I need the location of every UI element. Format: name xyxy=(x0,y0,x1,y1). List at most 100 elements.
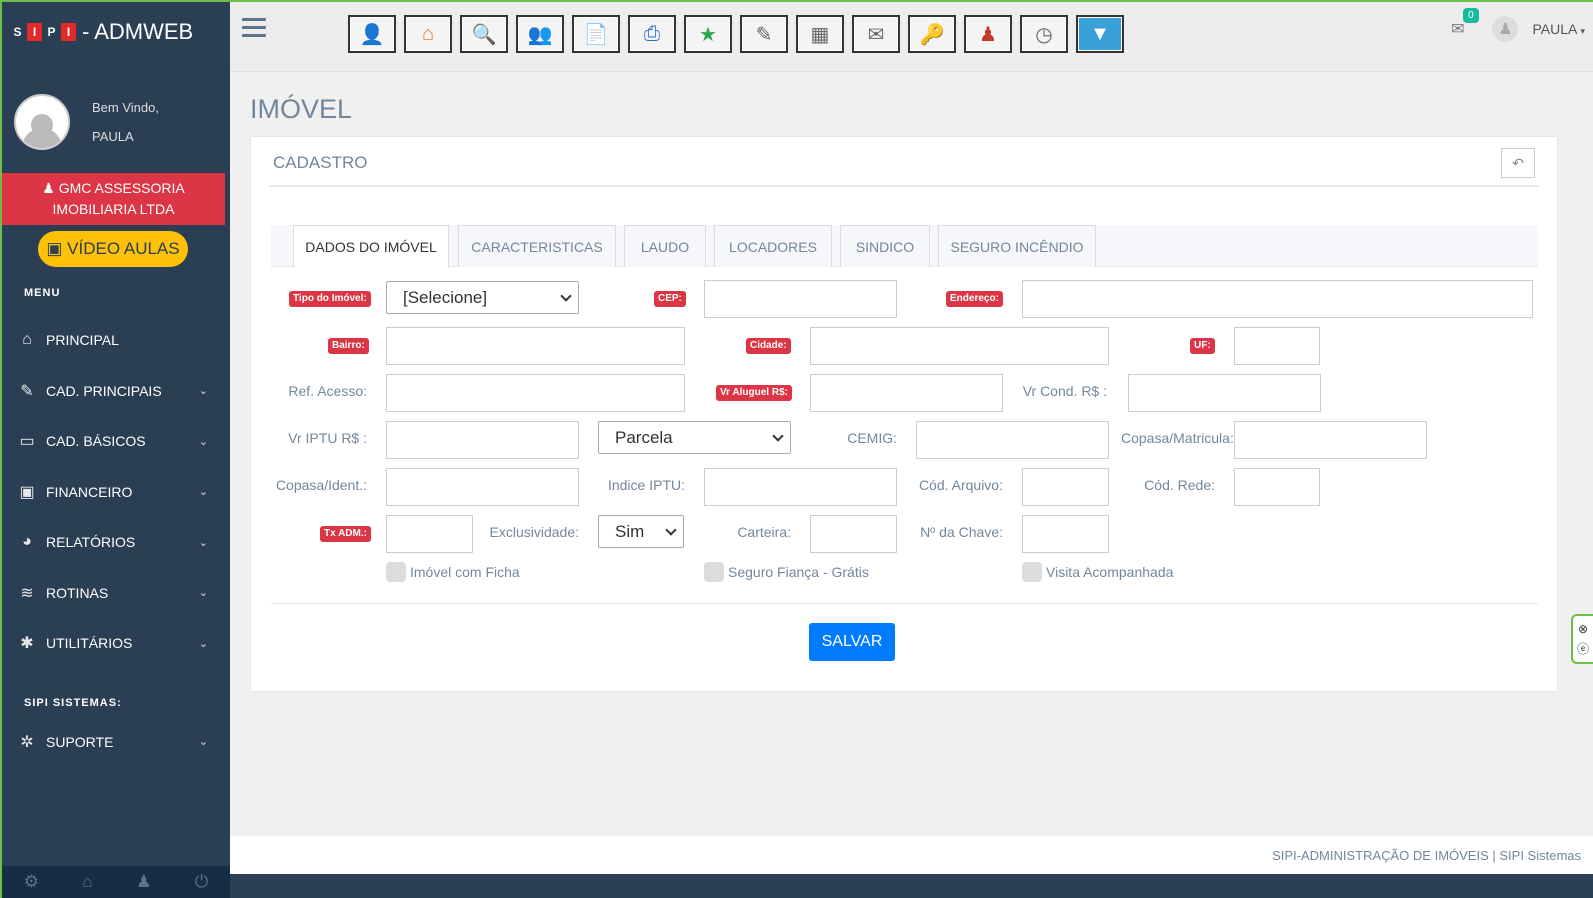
logo-letter: P xyxy=(44,23,59,41)
document-icon[interactable]: ✉ xyxy=(852,15,900,53)
contract-icon[interactable]: 📄 xyxy=(572,15,620,53)
vr-aluguel-label: Vr Aluguel R$: xyxy=(716,385,792,401)
seguro-fianca-checkbox[interactable]: Seguro Fiança - Grátis xyxy=(704,562,869,582)
checkbox-label: Seguro Fiança - Grátis xyxy=(728,564,869,580)
side-widget[interactable]: ⊗ ⓔ xyxy=(1571,614,1593,664)
side-menu: ⌂ PRINCIPAL ✎ CAD. PRINCIPAIS ⌄ ▭ CAD. B… xyxy=(2,315,230,669)
database-icon: ≋ xyxy=(20,584,34,602)
sidebar-item-relatorios[interactable]: ◕ RELATÓRIOS ⌄ xyxy=(2,517,230,568)
tab-sindico[interactable]: SINDICO xyxy=(840,225,930,267)
welcome-text: Bem Vindo, xyxy=(92,99,159,115)
sidebar-footer: ⚙ ⌂ ♟ ⏻ xyxy=(2,866,230,898)
tx-adm-input[interactable] xyxy=(386,515,473,553)
logo-letter: I xyxy=(27,23,42,41)
menu-toggle-icon[interactable] xyxy=(242,18,266,42)
pie-chart-icon: ◕ xyxy=(22,533,32,551)
carteira-input[interactable] xyxy=(810,515,897,553)
save-button[interactable]: SALVAR xyxy=(809,623,895,661)
brand[interactable]: S I P I - ADMWEB xyxy=(2,2,230,62)
sidebar-item-label: RELATÓRIOS xyxy=(46,534,136,551)
carteira-label: Carteira: xyxy=(737,524,791,540)
copasa-ident-input[interactable] xyxy=(386,468,579,506)
chevron-down-icon: ⌄ xyxy=(198,736,208,749)
sidebar-item-financeiro[interactable]: ▣ FINANCEIRO ⌄ xyxy=(2,467,230,518)
tab-seguro-incendio[interactable]: SEGURO INCÊNDIO xyxy=(938,225,1096,267)
main-content: IMÓVEL CADASTRO ↶ DADOS DO IMÓVEL CARACT… xyxy=(230,72,1593,898)
numero-chave-input[interactable] xyxy=(1022,515,1109,553)
tab-laudo[interactable]: LAUDO xyxy=(624,225,706,267)
ref-acesso-label: Ref. Acesso: xyxy=(288,383,367,399)
vr-iptu-label: Vr IPTU R$ : xyxy=(288,430,367,446)
keys-icon[interactable]: 🔑 xyxy=(908,15,956,53)
signature-icon[interactable]: ✎ xyxy=(740,15,788,53)
top-nav: 👤 ⌂ 🔍 👥 📄 ⎙ ★ ✎ ▦ ✉ 🔑 ♟ ◷ ▼ ✉ 0 ♟ PAULA … xyxy=(230,2,1593,72)
tab-caracteristicas[interactable]: CARACTERISTICAS xyxy=(458,225,616,267)
power-icon[interactable]: ⏻ xyxy=(195,872,208,892)
add-money-icon[interactable]: ★ xyxy=(684,15,732,53)
cidade-input[interactable] xyxy=(810,327,1109,365)
visita-acompanhada-checkbox[interactable]: Visita Acompanhada xyxy=(1022,562,1173,582)
search-property-icon[interactable]: 🔍 xyxy=(460,15,508,53)
home-icon[interactable]: ⌂ xyxy=(82,872,92,892)
edge-icon[interactable]: ⓔ xyxy=(1577,640,1589,657)
uf-label: UF: xyxy=(1190,338,1215,354)
sidebar-item-cad-basicos[interactable]: ▭ CAD. BÁSICOS ⌄ xyxy=(2,416,230,467)
mail-icon[interactable]: ✉ 0 xyxy=(1451,8,1479,39)
tipo-imovel-select[interactable]: [Selecione] xyxy=(386,281,579,314)
copasa-ident-label: Copasa/Ident.: xyxy=(275,477,367,493)
tenant-icon[interactable]: 👤 xyxy=(348,15,396,53)
calculator-icon[interactable]: ▦ xyxy=(796,15,844,53)
uf-input[interactable] xyxy=(1234,327,1320,365)
sidebar-item-label: PRINCIPAL xyxy=(46,332,119,349)
exclusividade-select[interactable]: Sim xyxy=(598,515,684,548)
checkbox-label: Imóvel com Ficha xyxy=(410,564,520,580)
reply-icon: ↶ xyxy=(1512,154,1524,171)
sidebar-item-rotinas[interactable]: ≋ ROTINAS ⌄ xyxy=(2,568,230,619)
app-title: - ADMWEB xyxy=(82,19,194,44)
sidebar-item-cad-principais[interactable]: ✎ CAD. PRINCIPAIS ⌄ xyxy=(2,366,230,417)
avatar[interactable]: ♟ xyxy=(1492,16,1519,42)
vr-cond-input[interactable] xyxy=(1128,374,1321,412)
cod-rede-input[interactable] xyxy=(1234,468,1320,506)
copasa-matricula-input[interactable] xyxy=(1234,421,1427,459)
filter-icon[interactable]: ▼ xyxy=(1076,15,1124,53)
exclusividade-label: Exclusividade: xyxy=(489,524,580,540)
parcela-select[interactable]: Parcela xyxy=(598,421,791,454)
indice-iptu-input[interactable] xyxy=(704,468,897,506)
sidebar-item-principal[interactable]: ⌂ PRINCIPAL xyxy=(2,315,230,366)
indice-iptu-label: Indice IPTU: xyxy=(607,477,685,493)
profile: Bem Vindo, PAULA xyxy=(2,62,230,167)
user-icon[interactable]: ♟ xyxy=(136,872,151,892)
company-badge[interactable]: ♟ GMC ASSESSORIA IMOBILIARIA LTDA xyxy=(2,173,225,225)
calendar-clock-icon[interactable]: ◷ xyxy=(1020,15,1068,53)
printer-icon[interactable]: ⎙ xyxy=(628,15,676,53)
shortcut-toolbar: 👤 ⌂ 🔍 👥 📄 ⎙ ★ ✎ ▦ ✉ 🔑 ♟ ◷ ▼ xyxy=(348,15,1124,53)
video-lessons-button[interactable]: ▣ VÍDEO AULAS xyxy=(38,231,188,267)
close-icon[interactable]: ⊗ xyxy=(1578,622,1588,636)
sidebar-item-label: CAD. BÁSICOS xyxy=(46,433,146,450)
bairro-input[interactable] xyxy=(386,327,685,365)
user-menu[interactable]: PAULA ▾ xyxy=(1532,21,1585,37)
home-icon: ⌂ xyxy=(22,331,32,349)
support-agent-icon[interactable]: ♟ xyxy=(964,15,1012,53)
cemig-input[interactable] xyxy=(916,421,1109,459)
sidebar-item-suporte[interactable]: ✲ SUPORTE ⌄ xyxy=(2,717,230,768)
back-button[interactable]: ↶ xyxy=(1501,148,1535,178)
cep-input[interactable] xyxy=(704,280,897,318)
money-icon: ▣ xyxy=(19,483,35,501)
settings-icon[interactable]: ⚙ xyxy=(24,872,39,892)
ref-acesso-input[interactable] xyxy=(386,374,685,412)
owners-icon[interactable]: 👥 xyxy=(516,15,564,53)
edit-icon: ✎ xyxy=(20,382,34,400)
caret-down-icon: ▾ xyxy=(1580,26,1585,36)
imovel-com-ficha-checkbox[interactable]: Imóvel com Ficha xyxy=(386,562,520,582)
tab-dados-do-imovel[interactable]: DADOS DO IMÓVEL xyxy=(293,225,449,268)
sidebar-item-label: SUPORTE xyxy=(46,733,114,750)
sidebar-item-utilitarios[interactable]: ✱ UTILITÁRIOS ⌄ xyxy=(2,618,230,669)
cod-arquivo-input[interactable] xyxy=(1022,468,1109,506)
vr-aluguel-input[interactable] xyxy=(810,374,1003,412)
vr-iptu-input[interactable] xyxy=(386,421,579,459)
tab-locadores[interactable]: LOCADORES xyxy=(714,225,832,267)
endereco-input[interactable] xyxy=(1022,280,1533,318)
house-icon[interactable]: ⌂ xyxy=(404,15,452,53)
